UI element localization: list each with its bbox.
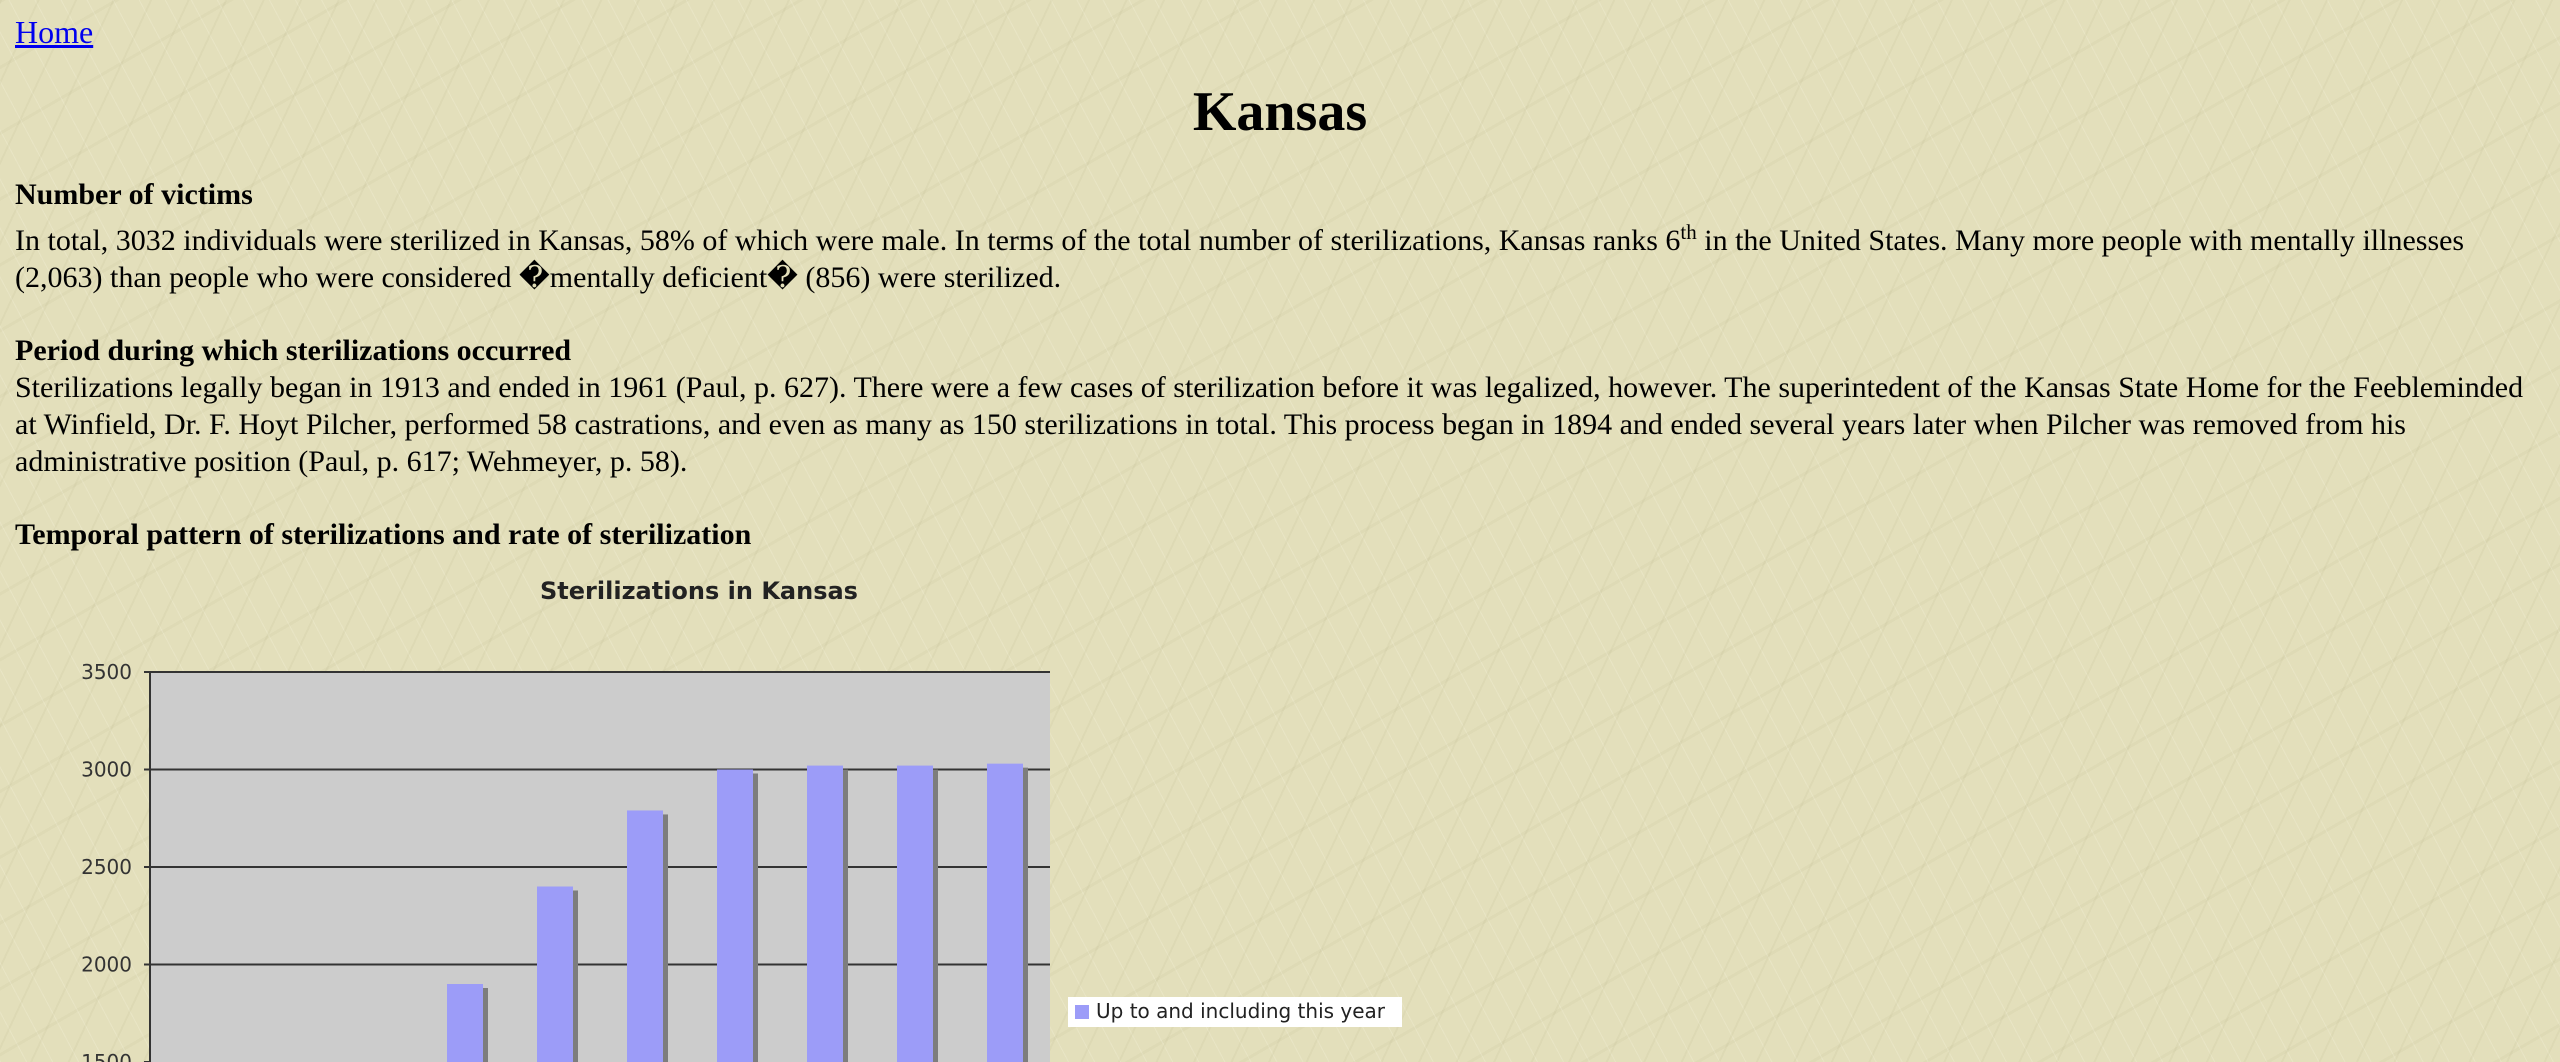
bar [627,810,663,1062]
home-link[interactable]: Home [15,12,93,52]
page-title: Kansas [1192,81,1368,143]
y-tick-label: 2000 [81,953,132,977]
y-tick-label: 1500 [81,1050,132,1062]
bar [717,769,753,1062]
bar [447,984,483,1062]
period-heading: Period during which sterilizations occur… [15,334,572,367]
sterilizations-chart: Sterilizations in Kansas 1500 2000 2500 300… [81,577,1402,1062]
bar [897,765,933,1062]
victims-paragraph: In total, 3032 individuals were steriliz… [15,222,2550,296]
chart-title: Sterilizations in Kansas [540,577,858,605]
y-tick-label: 3000 [81,758,132,782]
victims-text-part1: In total, 3032 individuals were steriliz… [15,224,1681,257]
y-tick-label: 2500 [81,855,132,879]
bar [537,886,573,1062]
bar [807,765,843,1062]
chart-legend: Up to and including this year [1068,997,1402,1027]
period-paragraph: Sterilizations legally began in 1913 and… [15,371,2524,478]
rank-suffix: th [1680,220,1697,244]
legend-label: Up to and including this year [1096,999,1386,1023]
temporal-heading: Temporal pattern of sterilizations and r… [15,518,752,551]
y-axis-ticks: 1500 2000 2500 3000 3500 [81,660,150,1062]
victims-heading: Number of victims [15,178,253,211]
legend-swatch [1075,1005,1089,1019]
y-tick-label: 3500 [81,660,132,684]
bar [987,763,1023,1062]
